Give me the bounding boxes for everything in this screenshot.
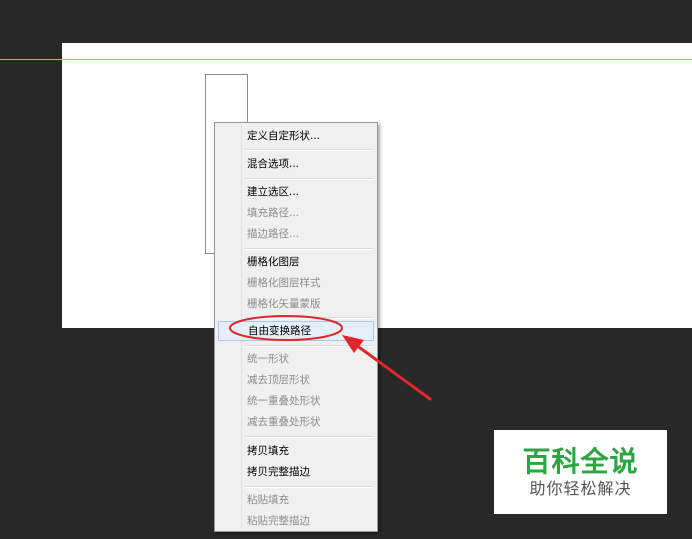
menu-item-stroke-path: 描边路径... xyxy=(247,228,300,240)
menu-item-make-selection[interactable]: 建立选区... xyxy=(218,182,374,202)
annotation-ellipse xyxy=(229,315,343,341)
menu-item-paste-fill: 粘贴填充 xyxy=(247,494,289,506)
menu-item-rasterize-vector-mask: 栅格化矢量蒙版 xyxy=(247,298,321,310)
menu-separator xyxy=(245,486,373,488)
canvas-guide-line xyxy=(62,59,692,60)
menu-item-define-custom-shape[interactable]: 定义自定形状... xyxy=(218,126,374,146)
menu-item-copy-complete-stroke[interactable]: 拷贝完整描边 xyxy=(218,462,374,482)
annotation-arrow-icon xyxy=(342,335,432,401)
menu-item-blending-options[interactable]: 混合选项... xyxy=(218,154,374,174)
menu-item-rasterize-layer-style: 栅格化图层样式 xyxy=(247,277,321,289)
menu-item-paste-complete-stroke: 粘贴完整描边 xyxy=(247,515,310,527)
menu-item-copy-fill[interactable]: 拷贝填充 xyxy=(218,441,374,461)
menu-item-subtract-overlap-shapes: 减去重叠处形状 xyxy=(247,416,321,428)
menu-separator xyxy=(245,248,373,250)
watermark-tagline: 助你轻松解决 xyxy=(529,479,632,498)
watermark-brand: 百科全说 xyxy=(522,445,639,478)
menu-item-fill-path: 填充路径... xyxy=(247,207,300,219)
menu-item-rasterize-layer[interactable]: 栅格化图层 xyxy=(218,252,374,272)
menu-separator xyxy=(245,436,373,438)
menu-separator xyxy=(245,149,373,151)
menu-separator xyxy=(245,178,373,180)
watermark-logo: 百科全说 助你轻松解决 xyxy=(494,430,667,514)
